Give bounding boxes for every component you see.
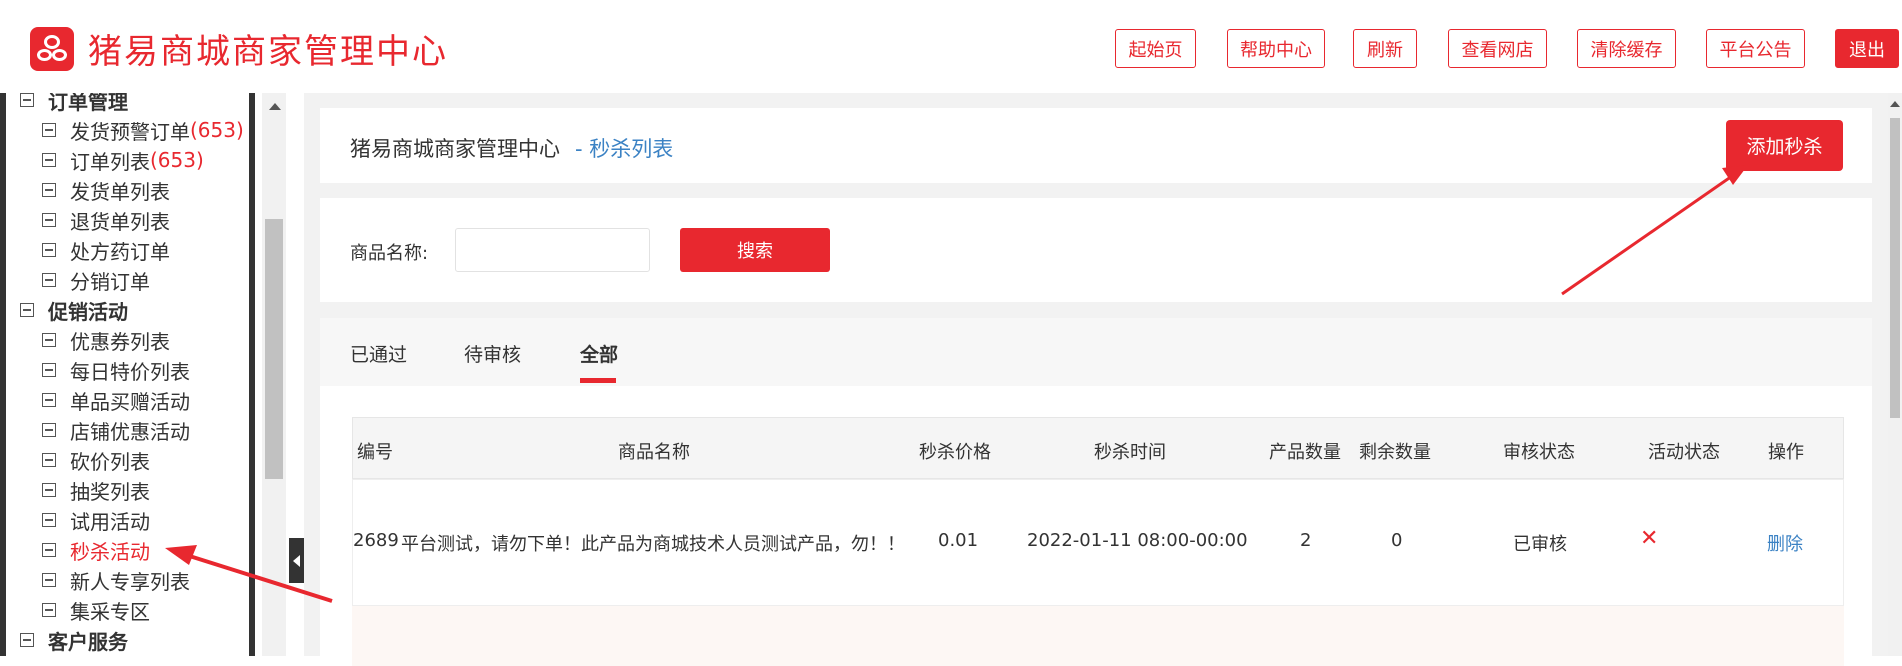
tree-node-icon [42, 213, 56, 227]
tab-approved[interactable]: 已通过 [350, 340, 407, 367]
sidebar-item-coupons[interactable]: 优惠券列表 [42, 325, 170, 355]
col-activity-status: 活动状态 [1648, 442, 1720, 463]
tree-node-icon [42, 243, 56, 257]
pig-logo-icon [30, 26, 74, 71]
cell-remaining: 0 [1391, 530, 1403, 551]
scroll-up-icon[interactable] [1890, 101, 1900, 107]
collapse-icon [20, 93, 34, 107]
tree-node-icon [42, 393, 56, 407]
tree-node-icon [42, 573, 56, 587]
breadcrumb-current[interactable]: - 秒杀列表 [575, 133, 673, 163]
sidebar-item-new-user[interactable]: 新人专享列表 [42, 565, 190, 595]
top-header: 猪易商城商家管理中心 起始页 帮助中心 刷新 查看网店 清除缓存 平台公告 退出 [0, 0, 1902, 93]
app-title: 猪易商城商家管理中心 [88, 32, 448, 72]
home-button[interactable]: 起始页 [1115, 29, 1196, 68]
cell-review-status: 已审核 [1513, 534, 1567, 555]
sidebar-group-customer-service[interactable]: 客户服务 [20, 625, 128, 655]
sidebar-item-prescription-orders[interactable]: 处方药订单 [42, 235, 170, 265]
delete-link[interactable]: 删除 [1767, 530, 1803, 556]
collapse-icon [20, 633, 34, 647]
sidebar-item-trial-activity[interactable]: 试用活动 [42, 505, 150, 535]
cell-id: 2689 [353, 530, 399, 551]
chevron-left-icon [293, 554, 300, 567]
sidebar-item-lottery-list[interactable]: 抽奖列表 [42, 475, 150, 505]
sidebar-menu: 订单管理 发货预警订单 (653) 订单列表 (653) 发货单列表 退货单列表 处… [0, 93, 255, 656]
sidebar-item-distribution-orders[interactable]: 分销订单 [42, 265, 150, 295]
table-header: 编号 商品名称 秒杀价格 秒杀时间 产品数量 剩余数量 审核状态 活动状态 操作 [352, 417, 1844, 479]
logo: 猪易商城商家管理中心 [30, 24, 448, 73]
cell-time: 2022-01-11 08:00-00:00 [1027, 530, 1248, 551]
sidebar-item-buy-gift[interactable]: 单品买赠活动 [42, 385, 190, 415]
col-product-name: 商品名称 [618, 442, 690, 463]
tree-node-icon [42, 333, 56, 347]
help-center-button[interactable]: 帮助中心 [1227, 29, 1325, 68]
col-actions: 操作 [1768, 442, 1804, 463]
tree-node-icon [42, 363, 56, 377]
scrollbar-thumb[interactable] [265, 219, 283, 479]
tree-node-icon [42, 123, 56, 137]
page-scrollbar[interactable] [1888, 93, 1902, 656]
tab-bar [320, 318, 1872, 386]
order-count-badge: (653) [150, 148, 204, 172]
table-row [352, 606, 1844, 666]
sidebar-item-shipping-alert[interactable]: 发货预警订单 (653) [42, 115, 244, 145]
view-store-button[interactable]: 查看网店 [1448, 29, 1547, 68]
sidebar: 订单管理 发货预警订单 (653) 订单列表 (653) 发货单列表 退货单列表 处… [0, 93, 304, 656]
sidebar-item-flash-sale[interactable]: 秒杀活动 [42, 535, 150, 565]
clear-cache-button[interactable]: 清除缓存 [1577, 29, 1676, 68]
cell-price: 0.01 [938, 530, 979, 551]
tree-node-icon [42, 153, 56, 167]
cell-quantity: 2 [1300, 530, 1312, 551]
col-remaining: 剩余数量 [1359, 442, 1431, 463]
tab-all[interactable]: 全部 [580, 340, 618, 367]
logout-button[interactable]: 退出 [1835, 29, 1899, 68]
sidebar-item-daily-deals[interactable]: 每日特价列表 [42, 355, 190, 385]
sidebar-collapse-toggle[interactable] [289, 538, 304, 583]
col-time: 秒杀时间 [1094, 442, 1166, 463]
x-icon: ✕ [1640, 526, 1659, 551]
tree-node-icon [42, 453, 56, 467]
tree-node-icon [42, 543, 56, 557]
sidebar-item-store-discounts[interactable]: 店铺优惠活动 [42, 415, 190, 445]
col-quantity: 产品数量 [1269, 442, 1341, 463]
sidebar-item-bargain-list[interactable]: 砍价列表 [42, 445, 150, 475]
refresh-button[interactable]: 刷新 [1353, 29, 1417, 68]
col-price: 秒杀价格 [919, 442, 991, 463]
col-review-status: 审核状态 [1503, 442, 1575, 463]
collapse-icon [20, 303, 34, 317]
sidebar-group-orders[interactable]: 订单管理 [20, 93, 128, 115]
announcements-button[interactable]: 平台公告 [1706, 29, 1805, 68]
sidebar-item-shipment-list[interactable]: 发货单列表 [42, 175, 170, 205]
active-tab-indicator [580, 378, 616, 383]
cell-product-name: 平台测试，请勿下单！此产品为商城技术人员测试产品，勿！！ [401, 534, 905, 555]
sidebar-item-order-list[interactable]: 订单列表 (653) [42, 145, 204, 175]
sidebar-group-promotions[interactable]: 促销活动 [20, 295, 128, 325]
tab-pending[interactable]: 待审核 [464, 340, 521, 367]
scrollbar-thumb[interactable] [1890, 118, 1900, 418]
tree-node-icon [42, 183, 56, 197]
tree-node-icon [42, 513, 56, 527]
tree-node-icon [42, 483, 56, 497]
sidebar-scrollbar[interactable] [262, 93, 286, 656]
tree-node-icon [42, 273, 56, 287]
table-row: 2689 平台测试，请勿下单！此产品为商城技术人员测试产品，勿！！ 0.01 2… [352, 479, 1844, 606]
scroll-up-icon[interactable] [269, 103, 281, 110]
search-button[interactable]: 搜索 [680, 228, 830, 272]
product-name-input[interactable] [455, 228, 650, 272]
tree-node-icon [42, 423, 56, 437]
col-id: 编号 [357, 442, 393, 463]
order-count-badge: (653) [190, 118, 244, 142]
tree-node-icon [42, 603, 56, 617]
add-flash-sale-button[interactable]: 添加秒杀 [1726, 120, 1843, 171]
sidebar-item-return-list[interactable]: 退货单列表 [42, 205, 170, 235]
breadcrumb-root: 猪易商城商家管理中心 [350, 137, 560, 161]
sidebar-item-group-purchase[interactable]: 集采专区 [42, 595, 150, 625]
product-name-label: 商品名称: [350, 243, 429, 264]
